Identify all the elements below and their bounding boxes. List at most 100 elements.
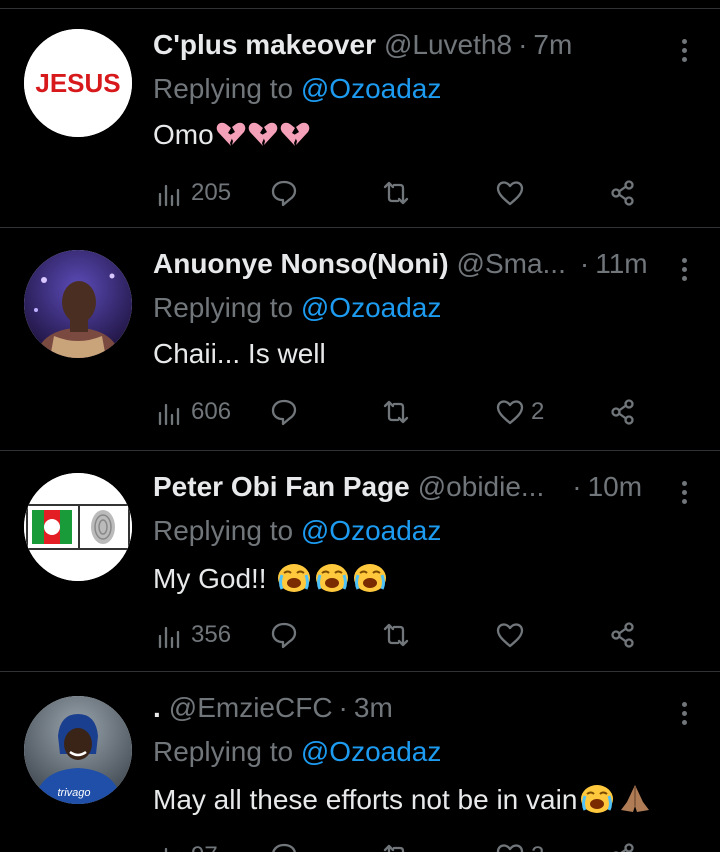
tweet-header: Anuonye Nonso(Noni) @Sma... · 11m [153,246,708,282]
tweet-actions: 205 [153,173,673,213]
tweet[interactable]: Peter Obi Fan Page @obidie... · 10m Repl… [0,451,720,672]
separator-dot: · [572,471,582,502]
avatar-logo-text: JESUS [35,68,120,98]
tweet[interactable]: Anuonye Nonso(Noni) @Sma... · 11m Replyi… [0,228,720,451]
retweet-button[interactable] [381,173,411,213]
reply-icon [271,399,297,426]
avatar[interactable] [24,473,132,581]
like-button[interactable]: 2 [495,836,544,852]
views-button[interactable]: 356 [155,615,231,655]
reply-icon [272,843,296,852]
retweet-button[interactable] [381,615,411,655]
share-button[interactable] [608,173,638,213]
tweet-header: C'plus makeover @Luveth8 · 7m [153,27,708,63]
avatar[interactable]: JESUS [24,29,132,137]
reply-button[interactable] [269,392,299,432]
avatar-image: trivago [24,696,132,804]
more-options-icon[interactable] [680,481,688,508]
avatar-image: JESUS [24,29,132,137]
timestamp[interactable]: 10m [588,471,642,503]
replying-to: Replying to @Ozoadaz [153,292,441,324]
views-icon [158,403,180,426]
replying-to-label: Replying to [153,736,301,767]
display-name[interactable]: Peter Obi Fan Page [153,471,410,503]
reply-button[interactable] [269,615,299,655]
like-button[interactable]: 2 [495,392,544,432]
heart-icon [496,400,524,425]
replying-to: Replying to @Ozoadaz [153,515,441,547]
retweet-icon [383,400,409,424]
heart-icon [496,623,524,648]
tweet-text: Chaii... Is well [153,338,326,370]
tweet-actions: 97 2 [153,836,673,852]
loudly-crying-face-emoji [274,563,388,594]
reply-icon [271,180,297,207]
replying-to: Replying to @Ozoadaz [153,73,441,105]
views-icon [164,847,179,852]
tweet-text: Omo [153,119,310,151]
more-options-icon[interactable] [680,702,688,729]
tweet-text-content: My God!! [153,563,275,594]
more-options-icon[interactable] [680,258,688,285]
retweet-button[interactable] [381,836,411,852]
views-button[interactable]: 205 [155,173,231,213]
tweet-actions: 606 2 [153,392,673,432]
heart-icon [496,844,524,852]
tweet-text-content: Chaii... Is well [153,338,326,369]
separator-dot: · [338,692,348,723]
reply-mention-link[interactable]: @Ozoadaz [301,515,442,546]
tweet-header: Peter Obi Fan Page @obidie... · 10m [153,469,708,505]
display-name[interactable]: C'plus makeover [153,29,376,61]
tweet-actions: 356 [153,615,673,655]
share-button[interactable] [608,836,638,852]
user-handle[interactable]: @Sma... [457,248,566,280]
avatar[interactable] [24,250,132,358]
replying-to-label: Replying to [153,515,301,546]
views-button[interactable]: 606 [155,392,231,432]
top-divider [0,0,720,9]
avatar[interactable]: trivago [24,696,132,804]
reply-icon [271,622,297,649]
timestamp[interactable]: 7m [533,29,572,61]
svg-text:trivago: trivago [57,787,90,799]
retweet-icon [383,844,405,852]
share-button[interactable] [608,392,638,432]
share-icon [611,180,634,206]
display-name[interactable]: Anuonye Nonso(Noni) [153,248,449,280]
views-button[interactable]: 97 [155,836,218,852]
reply-mention-link[interactable]: @Ozoadaz [301,736,442,767]
more-options-icon[interactable] [680,39,688,66]
folded-hands-emoji [615,784,653,815]
likes-count: 2 [531,398,545,425]
replying-to-label: Replying to [153,292,301,323]
broken-heart-emoji [214,119,310,150]
separator-dot: · [518,29,528,60]
share-button[interactable] [608,615,638,655]
tweet-text: May all these efforts not be in vain [153,782,653,816]
display-name[interactable]: . [153,692,161,724]
separator-dot: · [579,248,590,279]
like-button[interactable] [495,173,531,213]
tweet[interactable]: trivago . @EmzieCFC · 3m Replying to @Oz… [0,672,720,852]
retweet-button[interactable] [381,392,411,432]
reply-button[interactable] [269,173,299,213]
user-handle[interactable]: @Luveth8 [384,29,512,61]
user-handle[interactable]: @EmzieCFC [169,692,333,724]
share-icon [611,622,634,648]
tweet-text: My God!! [153,561,388,595]
reply-mention-link[interactable]: @Ozoadaz [301,73,442,104]
views-count: 606 [191,398,232,425]
share-icon [611,399,634,425]
tweet-header: . @EmzieCFC · 3m [153,690,708,726]
share-icon [613,843,634,852]
views-count: 97 [191,842,218,852]
loudly-crying-face-emoji [577,784,615,815]
timestamp[interactable]: 11m [595,248,647,280]
reply-mention-link[interactable]: @Ozoadaz [301,292,442,323]
timestamp[interactable]: 3m [354,692,393,724]
user-handle[interactable]: @obidie... [418,471,545,503]
reply-button[interactable] [269,836,299,852]
like-button[interactable] [495,615,531,655]
replying-to: Replying to @Ozoadaz [153,736,441,768]
tweet[interactable]: JESUS C'plus makeover @Luveth8 · 7m Repl… [0,9,720,228]
